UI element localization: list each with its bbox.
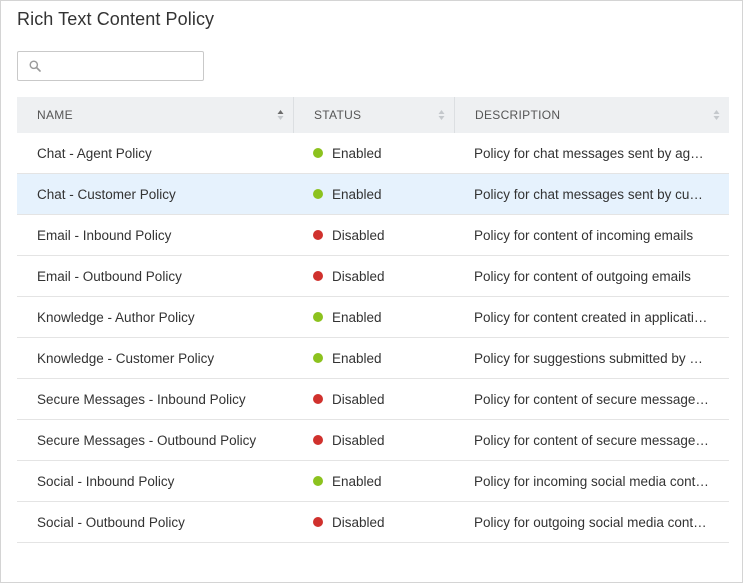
policy-description: Policy for content created in applicati…	[474, 309, 708, 325]
status-label: Disabled	[332, 514, 385, 530]
status-cell: Enabled	[293, 351, 454, 366]
policy-name: Social - Outbound Policy	[37, 514, 185, 530]
status-cell: Enabled	[293, 310, 454, 325]
policy-description: Policy for outgoing social media cont…	[474, 514, 707, 530]
status-enabled-icon	[313, 148, 323, 158]
table-row[interactable]: Secure Messages - Outbound Policy Disable…	[17, 420, 729, 461]
search-box[interactable]	[17, 51, 204, 81]
policy-name: Knowledge - Author Policy	[37, 309, 195, 325]
status-cell: Disabled	[293, 228, 454, 243]
search-icon	[29, 60, 41, 72]
policy-name: Chat - Customer Policy	[37, 186, 176, 202]
status-enabled-icon	[313, 189, 323, 199]
column-header-status[interactable]: STATUS	[293, 97, 454, 133]
table-row[interactable]: Knowledge - Customer Policy Enabled Policy…	[17, 338, 729, 379]
status-disabled-icon	[313, 230, 323, 240]
status-enabled-icon	[313, 353, 323, 363]
policy-name: Email - Outbound Policy	[37, 268, 182, 284]
status-cell: Enabled	[293, 474, 454, 489]
status-label: Enabled	[332, 473, 382, 489]
policy-panel: Rich Text Content Policy NAME STATUS DES…	[0, 0, 743, 583]
status-cell: Enabled	[293, 146, 454, 161]
status-disabled-icon	[313, 517, 323, 527]
policy-description: Policy for incoming social media cont…	[474, 473, 709, 489]
policy-name: Email - Inbound Policy	[37, 227, 172, 243]
policy-name: Chat - Agent Policy	[37, 145, 152, 161]
status-cell: Disabled	[293, 392, 454, 407]
status-label: Disabled	[332, 268, 385, 284]
status-cell: Enabled	[293, 187, 454, 202]
status-enabled-icon	[313, 312, 323, 322]
status-label: Disabled	[332, 227, 385, 243]
table-row[interactable]: Chat - Agent Policy Enabled Policy for cha…	[17, 133, 729, 174]
table-row[interactable]: Email - Outbound Policy Disabled Policy fo…	[17, 256, 729, 297]
table-row[interactable]: Email - Inbound Policy Disabled Policy for…	[17, 215, 729, 256]
policy-name: Secure Messages - Outbound Policy	[37, 432, 257, 448]
table-row[interactable]: Secure Messages - Inbound Policy Disabled…	[17, 379, 729, 420]
status-enabled-icon	[313, 476, 323, 486]
policy-table: NAME STATUS DESCRIPTION Chat - Agent Pol…	[17, 97, 729, 543]
table-row[interactable]: Social - Inbound Policy Enabled Policy for…	[17, 461, 729, 502]
policy-description: Policy for content of incoming emails	[474, 227, 694, 243]
column-header-label: NAME	[37, 108, 73, 122]
policy-description: Policy for chat messages sent by age…	[474, 145, 712, 161]
column-header-label: STATUS	[314, 108, 362, 122]
policy-description: Policy for suggestions submitted by c…	[474, 350, 710, 366]
status-label: Enabled	[332, 309, 382, 325]
table-body: Chat - Agent Policy Enabled Policy for cha…	[17, 133, 729, 543]
table-row[interactable]: Knowledge - Author Policy Enabled Policy f…	[17, 297, 729, 338]
table-row[interactable]: Social - Outbound Policy Disabled Policy f…	[17, 502, 729, 543]
policy-description: Policy for content of secure message…	[474, 391, 709, 407]
status-label: Enabled	[332, 186, 382, 202]
page-title: Rich Text Content Policy	[17, 9, 215, 29]
policy-name: Social - Inbound Policy	[37, 473, 175, 489]
status-cell: Disabled	[293, 515, 454, 530]
sort-icon[interactable]	[438, 109, 445, 121]
status-label: Enabled	[332, 350, 382, 366]
sort-ascending-icon[interactable]	[277, 109, 284, 121]
column-header-description[interactable]: DESCRIPTION	[454, 97, 729, 133]
policy-description: Policy for content of secure message…	[474, 432, 709, 448]
status-disabled-icon	[313, 271, 323, 281]
policy-description: Policy for chat messages sent by cust…	[474, 186, 714, 202]
table-row[interactable]: Chat - Customer Policy Enabled Policy for …	[17, 174, 729, 215]
policy-description: Policy for content of outgoing emails	[474, 268, 691, 284]
status-label: Disabled	[332, 391, 385, 407]
status-disabled-icon	[313, 435, 323, 445]
column-header-name[interactable]: NAME	[17, 97, 293, 133]
status-cell: Disabled	[293, 433, 454, 448]
status-disabled-icon	[313, 394, 323, 404]
search-input[interactable]	[48, 56, 202, 78]
column-header-label: DESCRIPTION	[475, 108, 561, 122]
sort-icon[interactable]	[713, 109, 720, 121]
status-label: Disabled	[332, 432, 385, 448]
table-header: NAME STATUS DESCRIPTION	[17, 97, 729, 133]
policy-name: Secure Messages - Inbound Policy	[37, 391, 246, 407]
status-cell: Disabled	[293, 269, 454, 284]
policy-name: Knowledge - Customer Policy	[37, 350, 215, 366]
status-label: Enabled	[332, 145, 382, 161]
